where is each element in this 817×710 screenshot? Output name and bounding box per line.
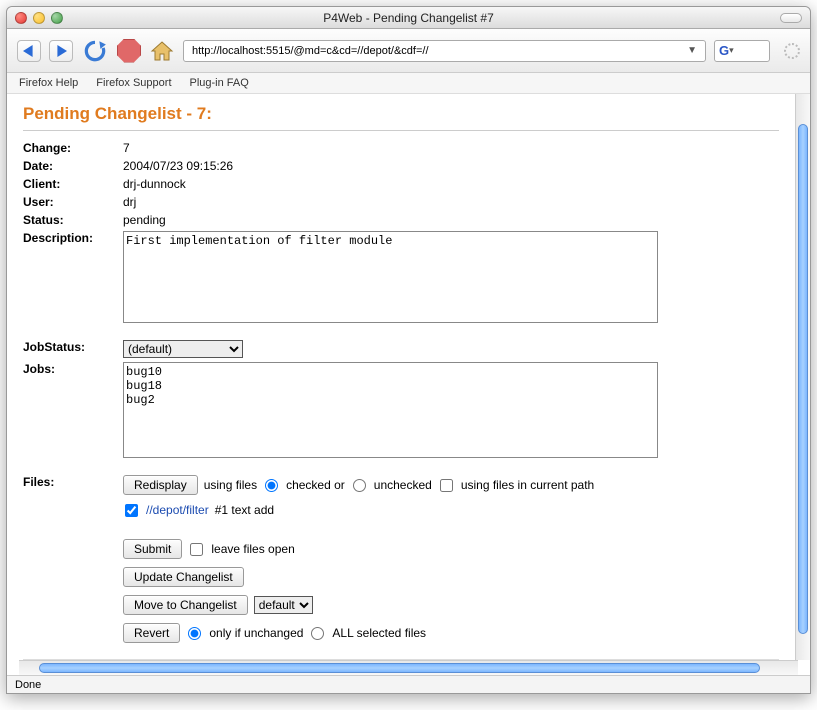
value-date: 2004/07/23 09:15:26 [123, 159, 779, 173]
search-input[interactable]: G▾ [714, 40, 770, 62]
browser-window: P4Web - Pending Changelist #7 http://loc… [6, 6, 811, 694]
chevron-down-icon[interactable]: ▼ [683, 45, 701, 56]
url-bar[interactable]: http://localhost:5515/@md=c&cd=//depot/&… [183, 40, 706, 62]
radio-checked[interactable] [265, 479, 278, 492]
label-jobstatus: JobStatus: [23, 340, 123, 358]
file-path-link[interactable]: //depot/filter [146, 503, 209, 517]
stop-button[interactable] [117, 39, 141, 63]
scrollbar-thumb[interactable] [798, 124, 808, 634]
status-bar: Done [7, 675, 810, 693]
text-leave-open: leave files open [211, 542, 294, 556]
forward-icon [55, 45, 67, 57]
checkbox-current-path[interactable] [440, 479, 453, 492]
back-icon [23, 45, 35, 57]
label-user: User: [23, 195, 123, 209]
home-icon [150, 39, 174, 63]
redisplay-button[interactable]: Redisplay [123, 475, 198, 495]
value-change: 7 [123, 141, 779, 155]
move-to-changelist-button[interactable]: Move to Changelist [123, 595, 248, 615]
radio-only-unchanged[interactable] [188, 627, 201, 640]
chevron-down-icon[interactable]: ▾ [729, 45, 734, 56]
label-date: Date: [23, 159, 123, 173]
scrollbar-thumb[interactable] [39, 663, 760, 673]
radio-unchecked[interactable] [353, 479, 366, 492]
divider [23, 130, 779, 131]
label-jobs: Jobs: [23, 362, 123, 461]
window-title: P4Web - Pending Changelist #7 [7, 11, 810, 25]
browser-toolbar: http://localhost:5515/@md=c&cd=//depot/&… [7, 29, 810, 73]
text-unchecked: unchecked [374, 478, 432, 492]
checkbox-file[interactable] [125, 504, 138, 517]
file-suffix: #1 text add [215, 503, 274, 517]
home-button[interactable] [149, 38, 175, 64]
value-client: drj-dunnock [123, 177, 779, 191]
page-title: Pending Changelist - 7: [23, 104, 779, 124]
update-changelist-button[interactable]: Update Changelist [123, 567, 244, 587]
titlebar: P4Web - Pending Changelist #7 [7, 7, 810, 29]
page-content: Pending Changelist - 7: Change: 7 Date: … [7, 94, 795, 660]
label-client: Client: [23, 177, 123, 191]
bookmark-link[interactable]: Firefox Help [19, 77, 78, 89]
text-using-files: using files [204, 478, 257, 492]
text-current-path: using files in current path [461, 478, 594, 492]
url-text: http://localhost:5515/@md=c&cd=//depot/&… [192, 45, 683, 57]
text-only-unchanged: only if unchanged [209, 626, 303, 640]
checkbox-leave-open[interactable] [190, 543, 203, 556]
horizontal-scrollbar[interactable] [19, 660, 798, 675]
label-description: Description: [23, 231, 123, 326]
status-text: Done [15, 679, 41, 691]
reload-button[interactable] [81, 37, 109, 65]
bookmark-bar: Firefox Help Firefox Support Plug-in FAQ [7, 73, 810, 94]
label-status: Status: [23, 213, 123, 227]
bookmark-link[interactable]: Plug-in FAQ [190, 77, 249, 89]
value-user: drj [123, 195, 779, 209]
jobstatus-select[interactable]: (default) [123, 340, 243, 358]
forward-button[interactable] [49, 40, 73, 62]
reload-icon [82, 38, 108, 64]
value-status: pending [123, 213, 779, 227]
bookmark-link[interactable]: Firefox Support [96, 77, 171, 89]
google-icon: G [719, 43, 729, 58]
throbber-icon [784, 43, 800, 59]
description-textarea[interactable] [123, 231, 658, 323]
content-area: Pending Changelist - 7: Change: 7 Date: … [7, 94, 810, 660]
vertical-scrollbar[interactable] [795, 94, 810, 660]
text-all-selected: ALL selected files [332, 626, 426, 640]
label-files: Files: [23, 475, 123, 651]
jobs-textarea[interactable] [123, 362, 658, 458]
revert-button[interactable]: Revert [123, 623, 180, 643]
radio-all-selected[interactable] [311, 627, 324, 640]
label-change: Change: [23, 141, 123, 155]
move-target-select[interactable]: default [254, 596, 313, 614]
text-checked-or: checked or [286, 478, 345, 492]
submit-button[interactable]: Submit [123, 539, 182, 559]
back-button[interactable] [17, 40, 41, 62]
